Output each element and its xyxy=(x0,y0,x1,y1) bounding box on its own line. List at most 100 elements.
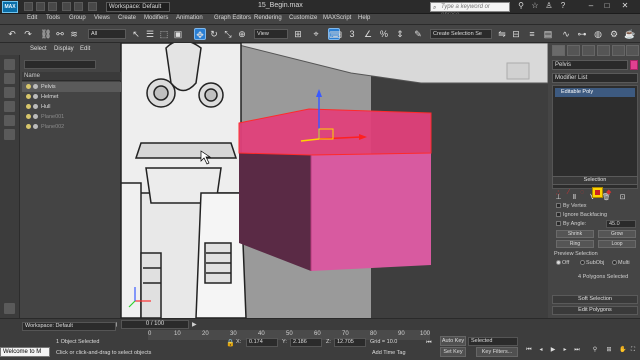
tab-utilities[interactable] xyxy=(626,45,639,56)
vertex-level-icon[interactable]: ∴ xyxy=(556,189,565,197)
z-coord-field[interactable]: 12.705 xyxy=(334,338,366,347)
list-item[interactable]: Plane002 xyxy=(22,122,121,132)
select-object-icon[interactable]: ↖ xyxy=(130,28,142,40)
x-coord-field[interactable]: 0.174 xyxy=(246,338,278,347)
project-folder-icon[interactable] xyxy=(88,2,97,11)
menu-tools[interactable]: Tools xyxy=(46,15,60,21)
tab-modify[interactable] xyxy=(567,45,580,56)
save-file-icon[interactable] xyxy=(48,2,57,11)
signin-icon[interactable]: ♙ xyxy=(542,1,556,12)
pan-view-icon[interactable]: ✋ xyxy=(618,345,628,355)
element-level-icon[interactable]: ◆ xyxy=(606,188,615,197)
set-key-button[interactable]: Set Key xyxy=(440,347,466,357)
menu-maxscript[interactable]: MAXScript xyxy=(323,15,351,21)
list-item[interactable]: Hull xyxy=(22,102,121,112)
redo-quick-icon[interactable] xyxy=(74,2,83,11)
app-logo-icon[interactable]: MAX xyxy=(2,1,18,13)
preview-multi-radio[interactable]: Multi xyxy=(612,260,630,266)
display-geometry-icon[interactable] xyxy=(4,59,15,70)
maximize-viewport-icon[interactable]: ⛶ xyxy=(628,345,638,355)
help-icon[interactable]: ? xyxy=(556,1,570,12)
go-to-start-icon[interactable]: ⏮ xyxy=(424,338,434,348)
select-and-scale-icon[interactable]: ⤡ xyxy=(222,28,234,40)
tab-motion[interactable] xyxy=(597,45,610,56)
rollout-edit-polygons[interactable]: Edit Polygons xyxy=(552,306,638,315)
visibility-icon[interactable] xyxy=(33,124,38,130)
polygon-level-icon[interactable] xyxy=(592,187,603,198)
workspace-dropdown[interactable]: Workspace: Default xyxy=(106,2,170,12)
preview-off-radio[interactable]: Off xyxy=(556,260,569,266)
add-time-tag-button[interactable]: Add Time Tag xyxy=(372,350,406,356)
rectangular-selection-icon[interactable]: ⬚ xyxy=(158,28,170,40)
undo-quick-icon[interactable] xyxy=(62,2,71,11)
menu-group[interactable]: Group xyxy=(69,15,86,21)
list-item[interactable]: Plane001 xyxy=(22,112,121,122)
visibility-icon[interactable] xyxy=(33,114,38,120)
column-header-name[interactable]: Name xyxy=(22,72,121,81)
visibility-icon[interactable] xyxy=(33,104,38,110)
render-icon[interactable]: ☕ xyxy=(624,28,636,40)
menu-modifiers[interactable]: Modifiers xyxy=(144,15,168,21)
stack-item-editable-poly[interactable]: Editable Poly xyxy=(555,88,635,97)
display-helpers-icon[interactable] xyxy=(4,115,15,126)
select-manipulate-icon[interactable]: ⌖ xyxy=(310,28,322,40)
object-color-swatch[interactable] xyxy=(630,60,638,70)
mirror-icon[interactable]: ⇋ xyxy=(496,28,508,40)
maximize-icon[interactable]: □ xyxy=(600,1,614,12)
window-crossing-icon[interactable]: ▣ xyxy=(172,28,184,40)
new-file-icon[interactable] xyxy=(24,2,33,11)
open-file-icon[interactable] xyxy=(36,2,45,11)
bind-spacewarp-icon[interactable]: ≋ xyxy=(68,28,80,40)
reference-coordinate-dropdown[interactable]: View xyxy=(254,29,288,39)
go-to-end-icon[interactable]: ⏭ xyxy=(572,345,582,355)
menu-create[interactable]: Create xyxy=(118,15,136,21)
menu-edit[interactable]: Edit xyxy=(27,15,37,21)
tab-edit[interactable]: Edit xyxy=(80,46,90,52)
menu-graph-editors[interactable]: Graph Editors xyxy=(214,15,251,21)
light-bulb-icon[interactable] xyxy=(26,94,31,100)
object-name-field[interactable]: Pelvis xyxy=(552,60,628,70)
go-to-start-playback-icon[interactable]: ⏮ xyxy=(524,345,534,355)
auto-key-button[interactable]: Auto Key xyxy=(440,336,466,346)
minimize-icon[interactable]: – xyxy=(584,1,598,12)
zoom-all-icon[interactable]: ⊞ xyxy=(604,345,614,355)
undo-icon[interactable]: ↶ xyxy=(6,28,18,40)
display-cameras-icon[interactable] xyxy=(4,101,15,112)
layer-explorer-icon[interactable]: ≡ xyxy=(526,28,538,40)
rollout-soft-selection[interactable]: Soft Selection xyxy=(552,295,638,304)
pivot-center-icon[interactable]: ⊞ xyxy=(292,28,304,40)
select-and-move-icon[interactable]: ✥ xyxy=(194,28,206,40)
star-icon[interactable]: ☆ xyxy=(528,1,542,12)
grow-button[interactable]: Grow xyxy=(598,230,636,238)
ignore-backfacing-checkbox[interactable]: Ignore Backfacing xyxy=(556,212,607,218)
workspace-label[interactable]: Workspace: Default xyxy=(22,322,116,331)
curve-editor-icon[interactable]: ∿ xyxy=(560,28,572,40)
next-frame-playback-icon[interactable]: ▸ xyxy=(560,345,570,355)
loop-button[interactable]: Loop xyxy=(598,240,636,248)
by-angle-checkbox[interactable]: By Angle: xyxy=(556,221,586,227)
tab-hierarchy[interactable] xyxy=(582,45,595,56)
unlink-icon[interactable]: ⚯ xyxy=(54,28,66,40)
redo-icon[interactable]: ↷ xyxy=(22,28,34,40)
next-frame-icon[interactable]: ▶ xyxy=(192,321,197,328)
close-icon[interactable]: ✕ xyxy=(618,1,632,12)
schematic-view-icon[interactable]: ⊶ xyxy=(576,28,588,40)
play-icon[interactable]: ▶ xyxy=(548,345,558,355)
previous-frame-icon[interactable]: ◂ xyxy=(536,345,546,355)
light-bulb-icon[interactable] xyxy=(26,124,31,130)
list-item[interactable]: Pelvis xyxy=(22,82,121,92)
explorer-find-input[interactable] xyxy=(24,60,96,69)
menu-animation[interactable]: Animation xyxy=(176,15,203,21)
key-selection-dropdown[interactable]: Selected xyxy=(468,337,518,346)
zoom-icon[interactable]: ⚲ xyxy=(590,345,600,355)
selection-filter-dropdown[interactable]: All xyxy=(88,29,126,39)
menu-views[interactable]: Views xyxy=(94,15,110,21)
key-filters-button[interactable]: Key Filters... xyxy=(476,347,518,357)
by-vertex-checkbox[interactable]: By Vertex xyxy=(556,203,587,209)
keyboard-shortcut-override-icon[interactable]: ⌨ xyxy=(328,28,342,40)
y-coord-field[interactable]: 2.186 xyxy=(290,338,322,347)
rollout-selection[interactable]: Selection xyxy=(552,176,638,185)
tab-display[interactable]: Display xyxy=(54,46,74,52)
tab-display[interactable] xyxy=(612,45,625,56)
edge-level-icon[interactable]: ⁄ xyxy=(568,189,577,197)
